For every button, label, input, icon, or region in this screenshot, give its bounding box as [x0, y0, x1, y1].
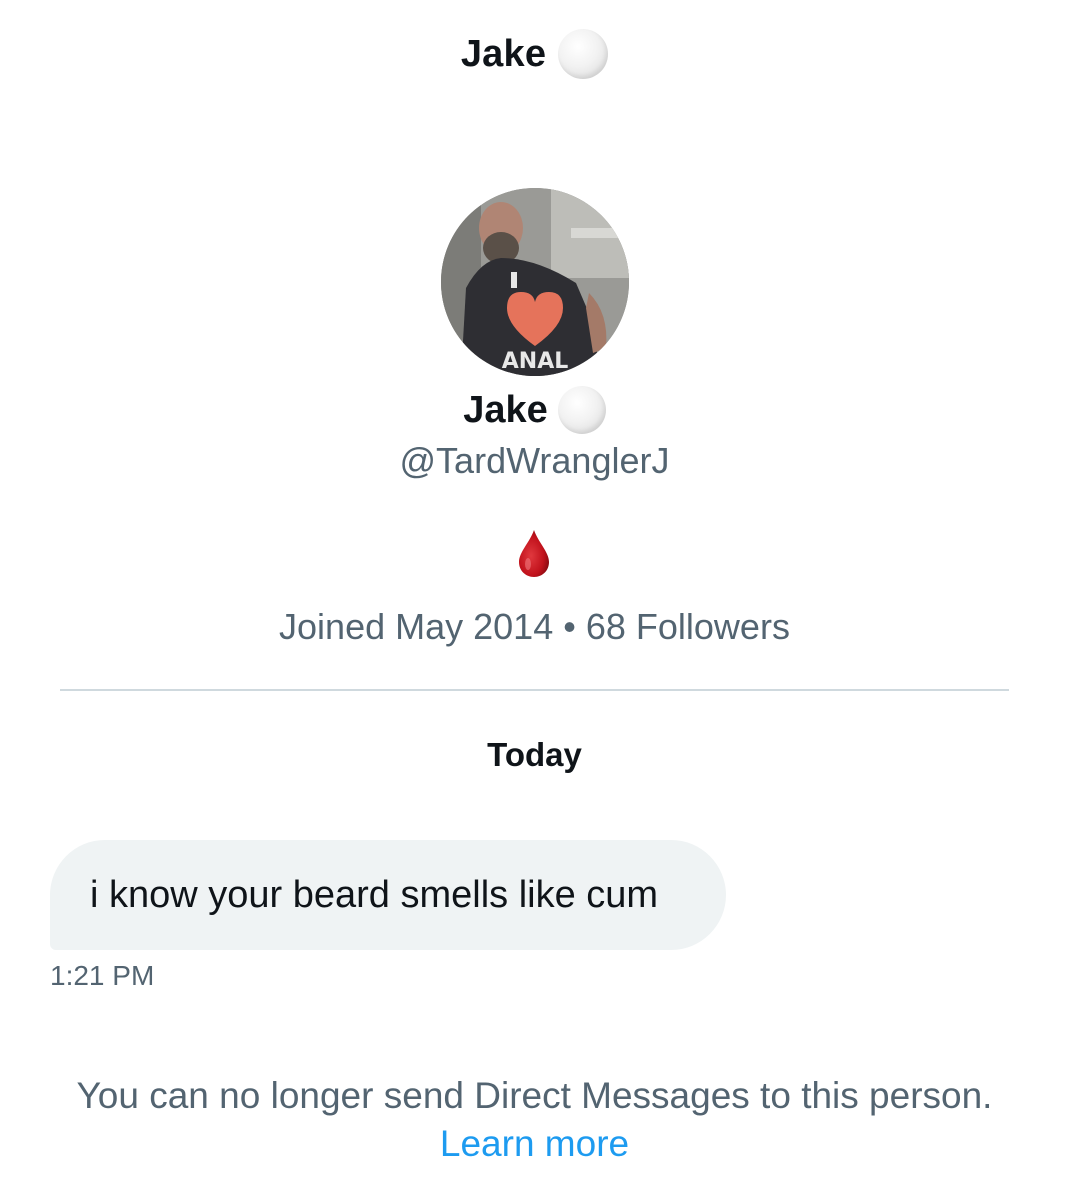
white-circle-icon	[557, 386, 606, 434]
profile-name-row: Jake	[0, 385, 1069, 435]
joined-date: Joined May 2014	[279, 606, 554, 647]
avatar-shirt-text: ANAL	[502, 349, 568, 374]
meta-separator: •	[563, 606, 576, 647]
profile-name[interactable]: Jake	[463, 389, 548, 432]
avatar-photo: ANAL	[441, 188, 629, 376]
profile-handle[interactable]: @TardWranglerJ	[0, 440, 1069, 482]
message-timestamp: 1:21 PM	[50, 960, 155, 991]
followers-count[interactable]: 68 Followers	[586, 606, 790, 647]
profile-meta: Joined May 2014 • 68 Followers	[0, 606, 1069, 648]
white-circle-icon	[558, 29, 609, 79]
message-text: i know your beard smells like cum	[90, 873, 659, 916]
learn-more-row: Learn more	[0, 1120, 1069, 1168]
learn-more-link[interactable]: Learn more	[440, 1123, 629, 1164]
header-title[interactable]: Jake	[461, 33, 546, 76]
avatar[interactable]: ANAL	[441, 188, 629, 376]
date-separator: Today	[487, 736, 582, 773]
divider	[60, 689, 1009, 691]
conversation-header: Jake	[0, 28, 1069, 80]
message-bubble[interactable]: i know your beard smells like cum	[50, 840, 726, 950]
drop-of-blood-icon	[519, 530, 549, 577]
dm-restricted-notice: You can no longer send Direct Messages t…	[76, 1075, 993, 1116]
